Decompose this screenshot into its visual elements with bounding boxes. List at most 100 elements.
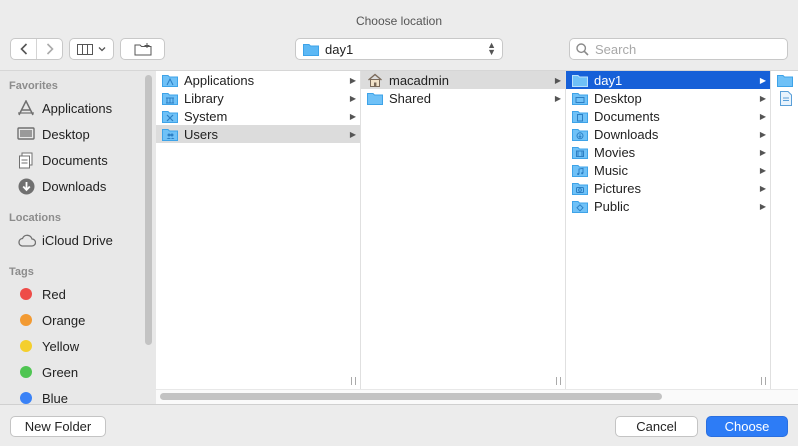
cancel-button[interactable]: Cancel [615, 416, 698, 437]
downloads-folder-icon [571, 126, 589, 142]
list-item-applications[interactable]: Applications ▶ [156, 71, 360, 89]
list-item-pictures[interactable]: Pictures ▶ [566, 179, 770, 197]
sidebar-item-applications[interactable]: Applications [16, 98, 112, 118]
document-file-icon [778, 90, 793, 106]
list-item-subfolder[interactable] [771, 71, 798, 89]
title-bar: Choose location [0, 0, 798, 36]
sidebar: Favorites Applications Desktop Documents… [0, 70, 156, 406]
item-label: Downloads [594, 126, 659, 142]
item-label: System [184, 108, 228, 124]
new-folder-toolbar-button[interactable] [120, 38, 165, 60]
folder-icon [303, 43, 319, 56]
disclosure-arrow-icon: ▶ [759, 93, 767, 103]
applications-icon [16, 99, 36, 117]
sidebar-tag-red[interactable]: Red [16, 284, 66, 304]
column-day1 [771, 71, 798, 389]
list-item-documents[interactable]: Documents ▶ [566, 107, 770, 125]
column-resize-handle[interactable] [351, 377, 356, 385]
list-item-file[interactable] [771, 89, 798, 107]
sidebar-item-label: Documents [42, 152, 108, 168]
search-icon [576, 42, 589, 56]
item-label: Users [184, 126, 218, 142]
item-label: macadmin [389, 72, 449, 88]
column-resize-handle[interactable] [761, 377, 766, 385]
new-folder-icon [134, 43, 151, 56]
public-folder-icon [571, 198, 589, 214]
disclosure-arrow-icon: ▶ [554, 93, 562, 103]
locations-header: Locations [9, 212, 61, 224]
search-input[interactable] [595, 41, 775, 57]
column-view-icon [77, 43, 93, 55]
navigation-buttons [10, 38, 63, 60]
item-label: Public [594, 198, 630, 214]
column-macadmin: day1 ▶ Desktop ▶ Documents ▶ Downloads ▶… [566, 71, 771, 389]
sidebar-item-label: Desktop [42, 126, 90, 142]
sidebar-item-downloads[interactable]: Downloads [16, 176, 106, 196]
location-popup[interactable]: day1 ▲ ▼ [295, 38, 503, 60]
list-item-macadmin[interactable]: macadmin ▶ [361, 71, 565, 89]
forward-button[interactable] [36, 39, 62, 59]
list-item-library[interactable]: Library ▶ [156, 89, 360, 107]
new-folder-button[interactable]: New Folder [10, 416, 106, 437]
list-item-music[interactable]: Music ▶ [566, 161, 770, 179]
search-box[interactable] [569, 38, 788, 60]
item-label: Shared [389, 90, 431, 106]
sidebar-item-label: Orange [42, 312, 86, 328]
disclosure-arrow-icon: ▶ [759, 201, 767, 211]
disclosure-arrow-icon: ▶ [349, 129, 357, 139]
pictures-folder-icon [571, 180, 589, 196]
list-item-downloads[interactable]: Downloads ▶ [566, 125, 770, 143]
disclosure-arrow-icon: ▶ [349, 75, 357, 85]
item-label: Documents [594, 108, 660, 124]
list-item-day1[interactable]: day1 ▶ [566, 71, 770, 89]
sidebar-tag-orange[interactable]: Orange [16, 310, 85, 330]
favorites-header: Favorites [9, 80, 58, 92]
window-title: Choose location [355, 14, 443, 28]
disclosure-arrow-icon: ▶ [349, 111, 357, 121]
tag-color-dot [20, 288, 32, 300]
documents-folder-icon [571, 108, 589, 124]
sidebar-item-desktop[interactable]: Desktop [16, 124, 90, 144]
disclosure-arrow-icon: ▶ [554, 75, 562, 85]
list-item-shared[interactable]: Shared ▶ [361, 89, 565, 107]
chevron-right-icon [46, 43, 54, 55]
sidebar-item-icloud-drive[interactable]: iCloud Drive [16, 230, 113, 250]
location-label: day1 [325, 41, 354, 57]
item-label: Desktop [594, 90, 642, 106]
movies-folder-icon [571, 144, 589, 160]
disclosure-arrow-icon: ▶ [759, 129, 767, 139]
tag-color-dot [20, 366, 32, 378]
horizontal-scrollbar[interactable] [160, 393, 662, 400]
home-icon [366, 72, 384, 88]
column-users: macadmin ▶ Shared ▶ [361, 71, 566, 389]
view-options-button[interactable] [69, 38, 114, 60]
sidebar-tag-green[interactable]: Green [16, 362, 78, 382]
chevron-down-icon [98, 47, 106, 52]
sidebar-scrollbar[interactable] [145, 75, 152, 345]
disclosure-arrow-icon: ▶ [759, 111, 767, 121]
sidebar-tag-yellow[interactable]: Yellow [16, 336, 79, 356]
list-item-system[interactable]: System ▶ [156, 107, 360, 125]
folder-icon [366, 90, 384, 106]
library-folder-icon [161, 90, 179, 106]
bottom-bar: New Folder Cancel Choose [0, 404, 798, 446]
item-label: day1 [594, 72, 623, 88]
documents-icon [16, 151, 36, 169]
disclosure-arrow-icon: ▶ [759, 165, 767, 175]
disclosure-arrow-icon: ▶ [349, 93, 357, 103]
tags-header: Tags [9, 266, 34, 278]
item-label: Pictures [594, 180, 641, 196]
item-label: Applications [184, 72, 255, 88]
list-item-movies[interactable]: Movies ▶ [566, 143, 770, 161]
item-label: Music [594, 162, 628, 178]
choose-button[interactable]: Choose [706, 416, 788, 437]
chevron-left-icon [20, 43, 27, 55]
back-button[interactable] [11, 39, 36, 59]
column-resize-handle[interactable] [556, 377, 561, 385]
list-item-users[interactable]: Users ▶ [156, 125, 360, 143]
downloads-icon [16, 177, 36, 195]
list-item-desktop[interactable]: Desktop ▶ [566, 89, 770, 107]
system-folder-icon [161, 108, 179, 124]
list-item-public[interactable]: Public ▶ [566, 197, 770, 215]
sidebar-item-documents[interactable]: Documents [16, 150, 108, 170]
